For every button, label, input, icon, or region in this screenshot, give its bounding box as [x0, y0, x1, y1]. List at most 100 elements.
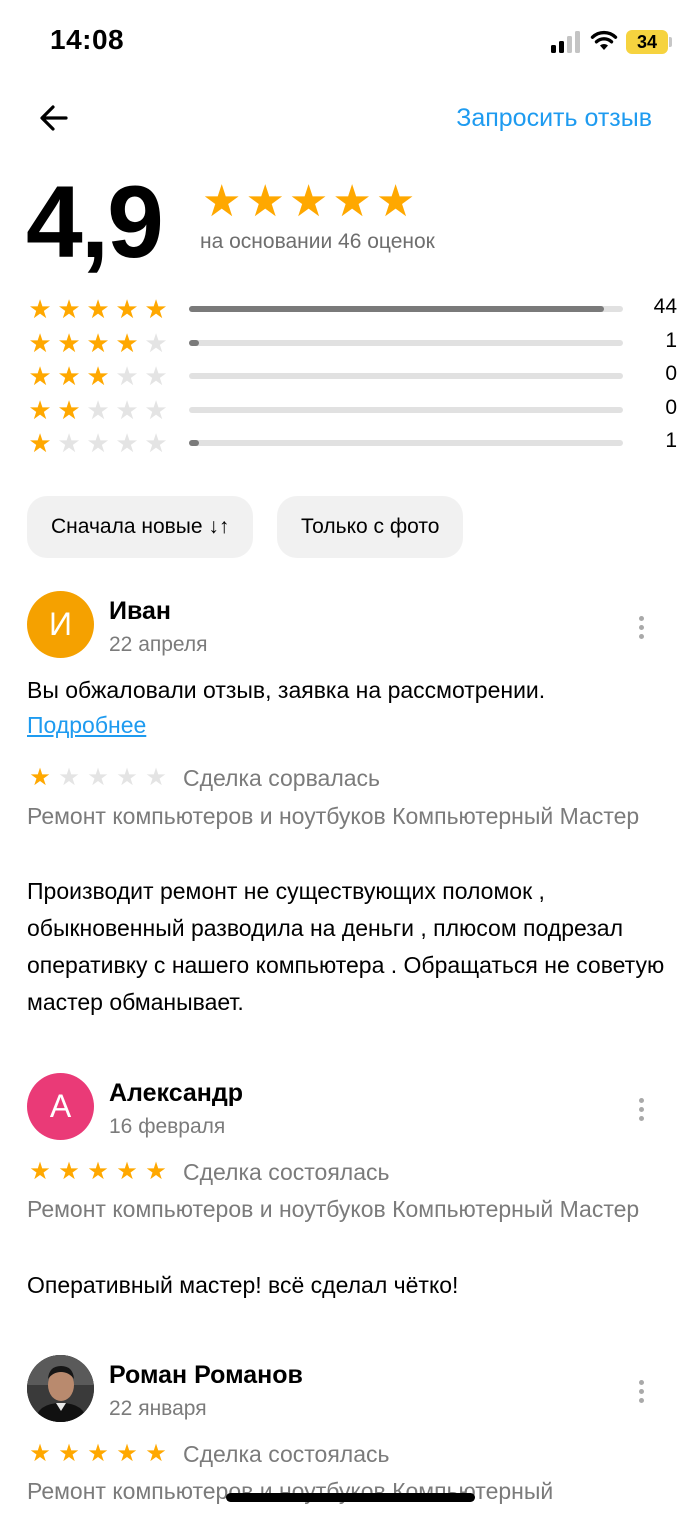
review-date: 16 февраля [109, 1115, 226, 1138]
star-filled-icon: ★ [375, 177, 416, 226]
distribution-stars: ★ ★ ★ ★ ★ [27, 394, 169, 426]
star-filled-icon: ★ [29, 1440, 51, 1467]
cellular-signal-icon [551, 31, 580, 53]
distribution-bar [189, 373, 623, 379]
distribution-stars: ★ ★ ★ ★ ★ [27, 293, 169, 325]
back-button[interactable] [34, 98, 74, 138]
battery-icon: 34 [626, 30, 668, 54]
service-name: Ремонт компьютеров и ноутбуков Компьютер… [27, 803, 640, 829]
review-date: 22 января [109, 1397, 207, 1420]
distribution-bar [189, 440, 623, 446]
photo-only-chip[interactable]: Только с фото [277, 496, 464, 558]
review-stars: ★ ★ ★ ★ ★ [27, 1155, 169, 1189]
sort-newest-chip[interactable]: Сначала новые ↓↑ [27, 496, 254, 558]
distribution-stars: ★ ★ ★ ★ ★ [27, 427, 169, 459]
star-empty-icon: ★ [116, 764, 138, 791]
more-vertical-icon [628, 1380, 654, 1403]
star-filled-icon: ★ [145, 1158, 167, 1185]
star-filled-icon: ★ [28, 327, 52, 358]
reviewer-name: Александр [109, 1079, 244, 1107]
star-filled-icon: ★ [58, 1440, 80, 1467]
details-link[interactable]: Подробнее [27, 708, 146, 743]
distribution-bar-fill [189, 440, 199, 446]
star-empty-icon: ★ [144, 327, 168, 358]
star-empty-icon: ★ [57, 428, 81, 458]
wifi-icon [590, 30, 618, 50]
star-empty-icon: ★ [58, 764, 80, 791]
star-filled-icon: ★ [86, 294, 110, 324]
star-empty-icon: ★ [115, 394, 139, 425]
star-empty-icon: ★ [115, 428, 139, 458]
avatar: И [27, 591, 94, 658]
review-rating: ★ ★ ★ ★ ★ Сделка состоялась [27, 1155, 390, 1189]
more-vertical-icon [628, 1098, 654, 1121]
distribution-bar [189, 406, 623, 413]
star-filled-icon: ★ [86, 361, 110, 391]
reviewer-name: Роман Романов [109, 1361, 303, 1389]
deal-status: Сделка состоялась [183, 1158, 390, 1185]
reviewer-name: Иван [109, 597, 172, 625]
distribution-stars: ★ ★ ★ ★ ★ [27, 327, 169, 359]
review-rating: ★ ★ ★ ★ ★ Сделка состоялась [27, 1437, 389, 1471]
star-filled-icon: ★ [288, 177, 329, 226]
rating-basis-text: на основании 46 оценок [200, 230, 435, 253]
review-rating: ★ ★ ★ ★ ★ Сделка сорвалась [27, 761, 380, 795]
star-empty-icon: ★ [144, 394, 168, 425]
star-filled-icon: ★ [116, 1158, 138, 1185]
star-filled-icon: ★ [28, 361, 52, 391]
star-filled-icon: ★ [57, 394, 81, 425]
star-filled-icon: ★ [58, 1158, 80, 1185]
more-options-button[interactable] [628, 1095, 654, 1125]
review-date: 22 апреля [109, 633, 208, 656]
star-filled-icon: ★ [28, 294, 52, 324]
star-filled-icon: ★ [245, 177, 285, 226]
star-filled-icon: ★ [28, 394, 52, 425]
distribution-bar [189, 306, 623, 312]
star-filled-icon: ★ [87, 1440, 109, 1467]
star-filled-icon: ★ [28, 428, 52, 458]
star-empty-icon: ★ [86, 394, 110, 425]
distribution-row-3: ★ ★ ★ ★ ★ 0 [27, 360, 677, 392]
star-filled-icon: ★ [57, 294, 81, 324]
star-filled-icon: ★ [57, 361, 81, 391]
request-review-link[interactable]: Запросить отзыв [456, 104, 652, 133]
review-text: Производит ремонт не существующих поломо… [27, 878, 665, 1015]
distribution-row-2: ★ ★ ★ ★ ★ 0 [27, 394, 677, 426]
distribution-count: 1 [665, 429, 677, 452]
review-stars: ★ ★ ★ ★ ★ [27, 761, 169, 795]
distribution-stars: ★ ★ ★ ★ ★ [27, 360, 169, 392]
star-empty-icon: ★ [115, 361, 139, 391]
average-rating: 4,9 [26, 165, 164, 279]
arrow-left-icon [40, 105, 68, 131]
star-filled-icon: ★ [145, 1440, 167, 1467]
star-filled-icon: ★ [87, 1158, 109, 1185]
star-empty-icon: ★ [144, 428, 168, 458]
more-options-button[interactable] [628, 1377, 654, 1407]
star-empty-icon: ★ [87, 764, 109, 791]
more-options-button[interactable] [628, 613, 654, 643]
avatar: А [27, 1073, 94, 1140]
star-filled-icon: ★ [86, 327, 110, 358]
distribution-count: 44 [653, 295, 677, 318]
distribution-row-4: ★ ★ ★ ★ ★ 1 [27, 327, 677, 359]
summary-stars: ★ ★ ★ ★ ★ [202, 180, 415, 224]
person-photo-icon [27, 1355, 94, 1422]
distribution-count: 0 [665, 395, 677, 419]
deal-status: Сделка сорвалась [183, 764, 381, 791]
distribution-row-5: ★ ★ ★ ★ ★ 44 [27, 293, 677, 325]
distribution-count: 0 [665, 362, 677, 385]
distribution-row-1: ★ ★ ★ ★ ★ 1 [27, 427, 677, 459]
status-time: 14:08 [50, 24, 125, 55]
star-empty-icon: ★ [86, 428, 110, 458]
star-filled-icon: ★ [144, 294, 168, 324]
star-filled-icon: ★ [202, 177, 242, 226]
star-filled-icon: ★ [57, 327, 81, 358]
battery-tail [669, 37, 672, 47]
distribution-bar-fill [189, 339, 199, 346]
avatar-photo [27, 1355, 94, 1422]
distribution-bar [189, 339, 623, 346]
star-filled-icon: ★ [115, 294, 139, 324]
service-name: Ремонт компьютеров и ноутбуков Компьютер… [27, 1478, 554, 1504]
star-empty-icon: ★ [144, 361, 168, 391]
status-bar: 14:08 34 [0, 0, 700, 84]
